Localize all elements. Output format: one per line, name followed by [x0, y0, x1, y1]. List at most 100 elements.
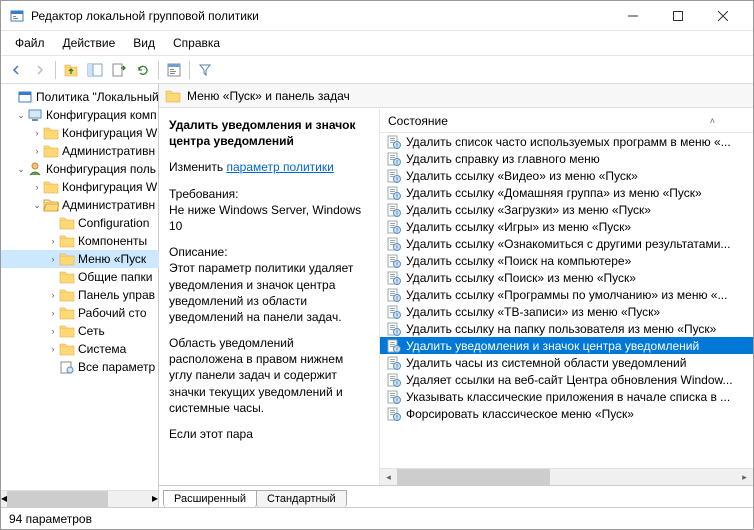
- tree-control-panel[interactable]: ›Панель управ: [1, 286, 159, 304]
- policy-item-label: Удалить ссылку «Загрузки» из меню «Пуск»: [406, 203, 651, 217]
- tree-uc-software[interactable]: ›Конфигурация W: [1, 178, 159, 196]
- policy-list-item[interactable]: Удалить ссылку «Видео» из меню «Пуск»: [380, 167, 753, 184]
- column-header-state[interactable]: Состояние ˄: [380, 109, 753, 133]
- policy-list-item[interactable]: Удалить ссылку «Поиск на компьютере»: [380, 252, 753, 269]
- expand-icon[interactable]: ›: [47, 236, 59, 246]
- policy-item-label: Удалить ссылку «Домашняя группа» из меню…: [406, 186, 702, 200]
- minimize-button[interactable]: [610, 1, 655, 31]
- export-button[interactable]: [108, 59, 130, 81]
- folder-icon: [43, 125, 59, 141]
- policy-list[interactable]: Удалить список часто используемых програ…: [380, 133, 753, 468]
- forward-button[interactable]: [29, 59, 51, 81]
- tree-root[interactable]: Политика "Локальный: [1, 88, 159, 106]
- expand-icon[interactable]: ›: [47, 290, 59, 300]
- show-hide-tree-button[interactable]: [84, 59, 106, 81]
- policy-list-item[interactable]: Удалить ссылку «ТВ-записи» из меню «Пуск…: [380, 303, 753, 320]
- policy-list-item[interactable]: Указывать классические приложения в нача…: [380, 388, 753, 405]
- expand-icon[interactable]: ›: [31, 146, 43, 156]
- menu-help[interactable]: Справка: [165, 33, 228, 53]
- policy-list-item[interactable]: Удалить ссылку на папку пользователя из …: [380, 320, 753, 337]
- list-horizontal-scrollbar[interactable]: ◂ ▸: [380, 468, 753, 485]
- tree-uc-admin[interactable]: ⌄Административн: [1, 196, 159, 214]
- expand-icon[interactable]: ›: [31, 182, 43, 192]
- policy-list-item[interactable]: Удалить справку из главного меню: [380, 150, 753, 167]
- policy-list-item[interactable]: Удалить ссылку «Ознакомиться с другими р…: [380, 235, 753, 252]
- navigation-tree[interactable]: Политика "Локальный ⌄Конфигурация комп ›…: [1, 84, 159, 490]
- menu-file[interactable]: Файл: [7, 33, 53, 53]
- policy-item-label: Удалить ссылку на папку пользователя из …: [406, 322, 716, 336]
- tree-shared-folders[interactable]: Общие папки: [1, 268, 159, 286]
- policy-setting-link[interactable]: параметр политики: [226, 160, 333, 174]
- policy-list-item[interactable]: Удалить уведомления и значок центра увед…: [380, 337, 753, 354]
- folder-icon: [59, 233, 75, 249]
- tree-user-config[interactable]: ⌄Конфигурация поль: [1, 160, 159, 178]
- status-bar: 94 параметров: [1, 507, 753, 529]
- scroll-left-icon[interactable]: ◂: [380, 469, 397, 486]
- tree-network[interactable]: ›Сеть: [1, 322, 159, 340]
- back-button[interactable]: [5, 59, 27, 81]
- filter-button[interactable]: [194, 59, 216, 81]
- requirements-label: Требования:: [169, 187, 239, 201]
- app-icon: [9, 8, 25, 24]
- policy-item-label: Удалить уведомления и значок центра увед…: [406, 339, 699, 353]
- up-button[interactable]: [60, 59, 82, 81]
- description-label: Описание:: [169, 245, 228, 259]
- requirements-text: Не ниже Windows Server, Windows 10: [169, 203, 361, 233]
- policy-item-label: Удалить справку из главного меню: [406, 152, 600, 166]
- tree-start-menu[interactable]: ›Меню «Пуск: [1, 250, 159, 268]
- folder-icon: [59, 305, 75, 321]
- refresh-button[interactable]: [132, 59, 154, 81]
- tree-desktop[interactable]: ›Рабочий сто: [1, 304, 159, 322]
- policy-icon: [386, 389, 402, 405]
- policy-list-item[interactable]: Удалить ссылку «Поиск» из меню «Пуск»: [380, 269, 753, 286]
- tree-system[interactable]: ›Система: [1, 340, 159, 358]
- scrollbar-thumb[interactable]: [397, 469, 550, 486]
- policy-list-item[interactable]: Удалить ссылку «Домашняя группа» из меню…: [380, 184, 753, 201]
- policy-item-label: Удалить список часто используемых програ…: [406, 135, 731, 149]
- menu-action[interactable]: Действие: [55, 33, 124, 53]
- folder-open-icon: [43, 197, 59, 213]
- sort-arrow-icon: ˄: [710, 116, 715, 126]
- policy-icon: [386, 338, 402, 354]
- expand-icon[interactable]: ›: [47, 308, 59, 318]
- policy-list-item[interactable]: Удалить ссылку «Игры» из меню «Пуск»: [380, 218, 753, 235]
- policy-list-item[interactable]: Форсировать классическое меню «Пуск»: [380, 405, 753, 422]
- maximize-button[interactable]: [655, 1, 700, 31]
- policy-icon: [386, 304, 402, 320]
- properties-button[interactable]: [163, 59, 185, 81]
- menu-view[interactable]: Вид: [125, 33, 163, 53]
- tree-cc-software[interactable]: ›Конфигурация W: [1, 124, 159, 142]
- tab-standard[interactable]: Стандартный: [256, 490, 347, 507]
- scroll-right-icon[interactable]: ▸: [736, 469, 753, 486]
- policy-list-item[interactable]: Удалить часы из системной области уведом…: [380, 354, 753, 371]
- expand-icon[interactable]: ›: [31, 128, 43, 138]
- policy-icon: [386, 287, 402, 303]
- policy-item-label: Удалить ссылку «Ознакомиться с другими р…: [406, 237, 730, 251]
- policy-icon: [386, 151, 402, 167]
- tree-configuration[interactable]: Configuration: [1, 214, 159, 232]
- scroll-right-icon[interactable]: ▸: [152, 491, 158, 507]
- expand-icon[interactable]: ›: [47, 344, 59, 354]
- close-button[interactable]: [700, 1, 745, 31]
- collapse-icon[interactable]: ⌄: [31, 200, 43, 211]
- policy-icon: [386, 372, 402, 388]
- tree-horizontal-scrollbar[interactable]: ◂ ▸: [1, 490, 158, 507]
- policy-item-label: Форсировать классическое меню «Пуск»: [406, 407, 634, 421]
- folder-icon: [43, 179, 59, 195]
- policy-list-item[interactable]: Удалить ссылку «Загрузки» из меню «Пуск»: [380, 201, 753, 218]
- tree-all-settings[interactable]: Все параметр: [1, 358, 159, 376]
- expand-icon[interactable]: ›: [47, 254, 59, 264]
- tree-computer-config[interactable]: ⌄Конфигурация комп: [1, 106, 159, 124]
- folder-icon: [59, 323, 75, 339]
- tree-components[interactable]: ›Компоненты: [1, 232, 159, 250]
- tree-cc-admin[interactable]: ›Административн: [1, 142, 159, 160]
- policy-list-item[interactable]: Удаляет ссылки на веб-сайт Центра обновл…: [380, 371, 753, 388]
- policy-list-item[interactable]: Удалить ссылку «Программы по умолчанию» …: [380, 286, 753, 303]
- collapse-icon[interactable]: ⌄: [15, 110, 27, 121]
- expand-icon[interactable]: ›: [47, 326, 59, 336]
- collapse-icon[interactable]: ⌄: [15, 164, 27, 175]
- tab-extended[interactable]: Расширенный: [163, 490, 257, 507]
- description-text: Этот параметр политики удаляет уведомлен…: [169, 261, 353, 324]
- policy-list-item[interactable]: Удалить список часто используемых програ…: [380, 133, 753, 150]
- policy-icon: [386, 355, 402, 371]
